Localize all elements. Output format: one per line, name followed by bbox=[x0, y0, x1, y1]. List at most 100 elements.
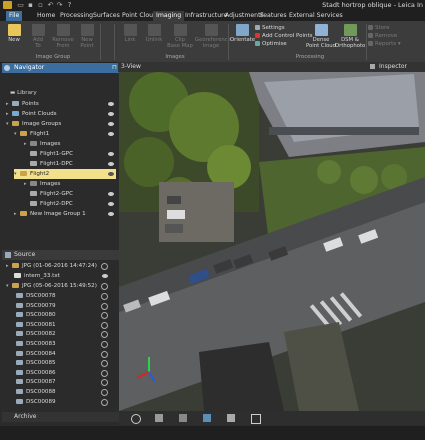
aerial-image[interactable] bbox=[119, 72, 425, 411]
orientate-icon bbox=[235, 24, 249, 36]
source-image-item[interactable]: DSC00086 bbox=[16, 368, 114, 378]
radio-button[interactable] bbox=[101, 360, 108, 368]
view-tab[interactable]: 3-View bbox=[121, 62, 141, 72]
radio-button[interactable] bbox=[101, 263, 108, 270]
clip-icon bbox=[173, 24, 187, 36]
source-image-item[interactable]: DSC00079 bbox=[16, 301, 114, 311]
new-image-group-button[interactable]: New bbox=[4, 24, 24, 43]
store-button[interactable]: Store bbox=[368, 25, 390, 32]
radio-button[interactable] bbox=[101, 379, 108, 387]
remove-from-button[interactable]: Remove From bbox=[51, 24, 75, 49]
radio-button[interactable] bbox=[101, 350, 108, 358]
source-image-item[interactable]: DSC00082 bbox=[16, 329, 114, 339]
link-icon bbox=[123, 24, 137, 36]
menu-features[interactable]: Features bbox=[257, 11, 290, 21]
select-icon[interactable] bbox=[155, 414, 163, 422]
tree-item-image-groups[interactable]: ▾ Image Groups bbox=[6, 119, 116, 129]
menu-external-services[interactable]: External Services bbox=[286, 11, 346, 21]
unlink-button[interactable]: Unlink bbox=[143, 24, 165, 43]
source-image-item[interactable]: DSC00088 bbox=[16, 387, 114, 397]
radio-button[interactable] bbox=[101, 341, 108, 348]
eye-icon[interactable] bbox=[108, 152, 114, 156]
inspector-tab[interactable]: Inspector bbox=[379, 62, 407, 72]
radio-button[interactable] bbox=[101, 389, 108, 396]
orientate-button[interactable]: Orientate bbox=[230, 24, 255, 43]
radio-button[interactable] bbox=[101, 321, 108, 329]
print-icon[interactable]: ▫ bbox=[37, 1, 44, 9]
radio-button[interactable] bbox=[101, 302, 108, 310]
redo-icon[interactable]: ↷ bbox=[56, 1, 63, 9]
shape-icon[interactable] bbox=[203, 414, 211, 422]
eye-icon[interactable] bbox=[102, 274, 108, 278]
source-file[interactable]: intern_33.txt bbox=[14, 271, 114, 281]
aerial-view-canvas[interactable] bbox=[119, 72, 425, 411]
grid-icon[interactable] bbox=[251, 414, 261, 424]
dsm-orthophoto-button[interactable]: DSM & Orthophoto bbox=[335, 24, 365, 49]
reports-button[interactable]: Reports ▾ bbox=[368, 41, 401, 48]
optimise-button[interactable]: Optimise bbox=[255, 41, 287, 48]
open-icon[interactable]: ▭ bbox=[17, 1, 24, 9]
source-icon bbox=[5, 252, 11, 258]
radio-button[interactable] bbox=[101, 369, 108, 377]
eye-icon[interactable] bbox=[108, 212, 114, 216]
georeference-image-button[interactable]: Georeference Image bbox=[195, 24, 231, 49]
source-image-item[interactable]: DSC00089 bbox=[16, 397, 114, 407]
unlink-icon bbox=[147, 24, 161, 36]
source-folder[interactable]: ▾ JPG (05-06-2016 15:49:52) bbox=[6, 281, 114, 291]
tree-item-points[interactable]: ▸ Points bbox=[6, 99, 116, 109]
clip-base-map-button[interactable]: Clip Base Map bbox=[167, 24, 193, 49]
gear-icon[interactable] bbox=[131, 414, 141, 424]
tree-item-flight2-dpc[interactable]: Flight2-DPC bbox=[30, 199, 116, 209]
tree-item-point-clouds[interactable]: ▸ Point Clouds bbox=[6, 109, 116, 119]
radio-button[interactable] bbox=[101, 331, 108, 339]
source-image-item[interactable]: DSC00085 bbox=[16, 358, 114, 368]
measure-icon[interactable] bbox=[227, 414, 235, 422]
eye-icon[interactable] bbox=[108, 102, 114, 106]
settings-button[interactable]: Settings bbox=[255, 25, 285, 32]
menu-bar: File Home Processing Surfaces Point Clou… bbox=[0, 11, 425, 21]
pin-icon[interactable]: ⊓ bbox=[112, 63, 117, 73]
tree-item-flight1-gpc[interactable]: Flight1-GPC bbox=[30, 149, 116, 159]
tree-item-images[interactable]: ▸ Images bbox=[24, 179, 116, 189]
undo-icon[interactable]: ↶ bbox=[47, 1, 54, 9]
eye-icon[interactable] bbox=[108, 202, 114, 206]
eye-icon[interactable] bbox=[108, 112, 114, 116]
radio-button[interactable] bbox=[101, 283, 108, 290]
eye-icon[interactable] bbox=[108, 172, 114, 176]
new-point-button[interactable]: New Point bbox=[77, 24, 97, 49]
save-icon[interactable]: ▪ bbox=[27, 1, 34, 9]
source-image-item[interactable]: DSC00081 bbox=[16, 320, 114, 330]
navigator-tree: ▬ Library ▸ Points ▸ Point Clouds ▾ Image G… bbox=[2, 73, 117, 245]
eye-icon[interactable] bbox=[108, 162, 114, 166]
tree-item-images[interactable]: ▸ Images bbox=[24, 139, 116, 149]
tree-item-flight2-gpc[interactable]: Flight2-GPC bbox=[30, 189, 116, 199]
menu-file[interactable]: File bbox=[6, 11, 23, 21]
help-icon[interactable]: ? bbox=[66, 1, 73, 9]
add-control-points-button[interactable]: Add Control Points bbox=[255, 33, 313, 40]
remove-button[interactable]: Remove bbox=[368, 33, 397, 40]
radio-button[interactable] bbox=[101, 293, 108, 300]
link-button[interactable]: Link bbox=[120, 24, 140, 43]
source-image-item[interactable]: DSC00083 bbox=[16, 339, 114, 349]
tree-item-flight1-dpc[interactable]: Flight1-DPC bbox=[30, 159, 116, 169]
eye-icon[interactable] bbox=[108, 122, 114, 126]
archive-panel[interactable]: Archive bbox=[2, 412, 127, 422]
layer-icon[interactable] bbox=[179, 414, 187, 422]
source-image-item[interactable]: DSC00078 bbox=[16, 291, 114, 301]
tree-item-flight2[interactable]: ▾ Flight2 bbox=[14, 169, 116, 179]
radio-button[interactable] bbox=[101, 398, 108, 406]
source-image-item[interactable]: DSC00087 bbox=[16, 377, 114, 387]
dense-point-cloud-button[interactable]: Dense Point Cloud bbox=[306, 24, 336, 49]
add-to-button[interactable]: Add To bbox=[27, 24, 49, 49]
tree-item-flight1[interactable]: ▾ Flight1 bbox=[14, 129, 116, 139]
eye-icon[interactable] bbox=[108, 132, 114, 136]
source-image-item[interactable]: DSC00084 bbox=[16, 349, 114, 359]
eye-icon[interactable] bbox=[108, 192, 114, 196]
radio-button[interactable] bbox=[101, 312, 108, 320]
menu-surfaces[interactable]: Surfaces bbox=[90, 11, 123, 21]
menu-imaging[interactable]: Imaging bbox=[153, 11, 185, 21]
source-image-item[interactable]: DSC00080 bbox=[16, 310, 114, 320]
source-folder[interactable]: ▸ JPG (01-06-2016 14:47:24) bbox=[6, 261, 114, 271]
tree-item-new-image-group[interactable]: ▸ New Image Group 1 bbox=[14, 209, 116, 219]
menu-home[interactable]: Home bbox=[34, 11, 58, 21]
